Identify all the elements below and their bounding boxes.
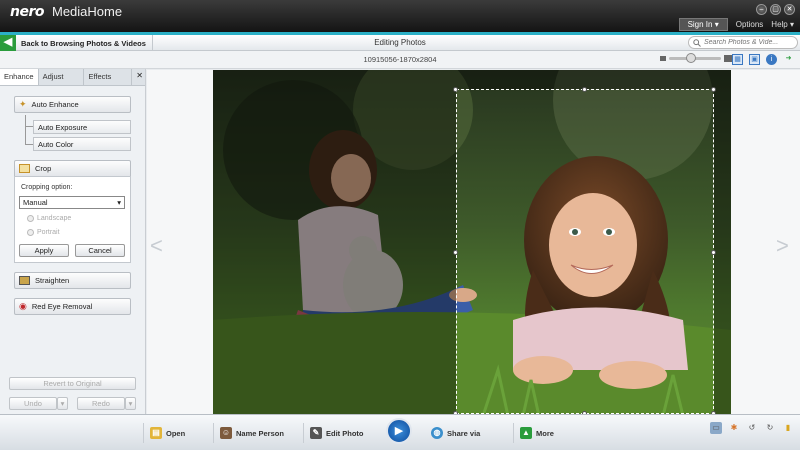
- crop-icon: [19, 164, 30, 173]
- play-slideshow-button[interactable]: ▶: [386, 418, 412, 444]
- bookmark-icon[interactable]: ▮: [782, 422, 794, 434]
- landscape-radio[interactable]: Landscape: [27, 215, 71, 222]
- play-icon: ▶: [394, 425, 404, 437]
- cropping-option-select[interactable]: Manual ▾: [19, 196, 125, 209]
- undo-dropdown-icon[interactable]: ▾: [57, 397, 68, 410]
- auto-color-button[interactable]: Auto Color: [33, 137, 131, 151]
- back-button[interactable]: ◀ Back to Browsing Photos & Videos: [0, 35, 153, 51]
- auto-enhance-label: Auto Enhance: [31, 100, 79, 109]
- chevron-down-icon: ▾: [117, 198, 121, 207]
- share-via-label: Share via: [447, 428, 481, 438]
- eye-icon: ◉: [19, 301, 27, 311]
- red-eye-label: Red Eye Removal: [31, 302, 93, 311]
- bottom-action-bar: ▤ Open ☺ Name Person ✎ Edit Photo ▶ ◍ Sh…: [0, 414, 800, 450]
- edit-photo-button[interactable]: ✎ Edit Photo: [303, 423, 370, 443]
- cancel-button[interactable]: Cancel: [75, 244, 125, 257]
- globe-icon: ◍: [431, 427, 443, 439]
- edit-photo-label: Edit Photo: [326, 428, 364, 438]
- straighten-label: Straighten: [35, 276, 70, 285]
- top-menu: Sign In ▾ Options Help ▾: [678, 18, 794, 31]
- previous-photo-icon[interactable]: <: [150, 233, 163, 259]
- view-icons: ▦ ▣ i ➜: [732, 54, 794, 65]
- more-button[interactable]: ▲ More: [513, 423, 560, 443]
- maximize-icon[interactable]: ▢: [770, 4, 781, 15]
- search-input[interactable]: [704, 39, 792, 46]
- name-person-label: Name Person: [236, 428, 284, 438]
- grid-view-icon[interactable]: ▦: [732, 54, 743, 65]
- open-label: Open: [166, 428, 186, 438]
- revert-button[interactable]: Revert to Original: [9, 377, 136, 390]
- person-icon: ☺: [220, 427, 232, 439]
- share-via-button[interactable]: ◍ Share via: [425, 423, 486, 443]
- auto-exposure-button[interactable]: Auto Exposure: [33, 120, 131, 134]
- settings-icon[interactable]: ✱: [728, 422, 740, 434]
- search-icon: [693, 38, 701, 47]
- redo-dropdown-icon[interactable]: ▾: [125, 397, 136, 410]
- rotate-right-icon[interactable]: ↻: [764, 422, 776, 434]
- open-button[interactable]: ▤ Open: [143, 423, 191, 443]
- crop-handle[interactable]: [582, 87, 587, 92]
- bottom-right-icons: ▭ ✱ ↺ ↻ ▮: [710, 422, 794, 434]
- cropping-option-value: Manual: [23, 198, 48, 207]
- crop-label: Crop: [35, 164, 52, 173]
- single-view-icon[interactable]: ▣: [749, 54, 760, 65]
- monitor-icon[interactable]: ▭: [710, 422, 722, 434]
- window-controls: – ▢ ✕: [756, 4, 795, 15]
- straighten-icon: [19, 276, 30, 285]
- apply-button[interactable]: Apply: [19, 244, 69, 257]
- crop-handle[interactable]: [711, 250, 716, 255]
- red-eye-removal-button[interactable]: ◉ Red Eye Removal: [14, 298, 131, 315]
- tree-line: [25, 126, 33, 127]
- edit-photo-icon: ✎: [310, 427, 322, 439]
- auto-enhance-button[interactable]: ✦ Auto Enhance: [14, 96, 131, 113]
- crop-handle[interactable]: [453, 250, 458, 255]
- tab-adjust[interactable]: Adjust: [39, 69, 85, 85]
- tab-enhance[interactable]: Enhance: [0, 69, 39, 85]
- portrait-radio[interactable]: Portrait: [27, 229, 60, 236]
- close-icon[interactable]: ✕: [784, 4, 795, 15]
- tab-effects[interactable]: Effects: [84, 69, 133, 85]
- back-arrow-icon: ◀: [0, 35, 16, 51]
- close-panel-icon[interactable]: ✕: [132, 69, 147, 85]
- app-name: MediaHome: [52, 4, 123, 19]
- minimize-icon[interactable]: –: [756, 4, 767, 15]
- crop-handle[interactable]: [453, 87, 458, 92]
- zoom-out-icon[interactable]: [660, 56, 666, 61]
- edit-tabs: Enhance Adjust Effects ✕: [0, 69, 145, 86]
- nav-bar: Editing Photos ◀ Back to Browsing Photos…: [0, 35, 800, 51]
- info-icon[interactable]: i: [766, 54, 777, 65]
- redo-button[interactable]: Redo: [77, 397, 125, 410]
- zoom-slider[interactable]: [669, 53, 721, 63]
- portrait-label: Portrait: [37, 229, 60, 236]
- radio-icon: [27, 215, 34, 222]
- zoom-control: [660, 53, 733, 63]
- landscape-label: Landscape: [37, 215, 72, 222]
- share-icon[interactable]: ➜: [783, 54, 794, 65]
- crop-handle[interactable]: [711, 87, 716, 92]
- help-menu[interactable]: Help ▾: [771, 20, 794, 29]
- undo-button[interactable]: Undo: [9, 397, 57, 410]
- sign-in-button[interactable]: Sign In ▾: [678, 18, 728, 31]
- rotate-left-icon[interactable]: ↺: [746, 422, 758, 434]
- magic-wand-icon: ✦: [19, 99, 27, 109]
- folder-icon: ▤: [150, 427, 162, 439]
- crop-selection-box[interactable]: [456, 89, 714, 414]
- next-photo-icon[interactable]: >: [776, 233, 789, 259]
- zoom-slider-handle[interactable]: [685, 53, 696, 63]
- search-box[interactable]: [688, 36, 798, 49]
- tree-line: [25, 115, 33, 145]
- crop-button[interactable]: Crop: [14, 160, 131, 177]
- info-bar: 10915056-1870x2804 ▦ ▣ i ➜: [0, 51, 800, 69]
- straighten-button[interactable]: Straighten: [14, 272, 131, 289]
- nero-logo: nero: [10, 4, 44, 20]
- arrow-up-icon: ▲: [520, 427, 532, 439]
- cropping-option-label: Cropping option:: [21, 184, 73, 191]
- more-label: More: [536, 428, 554, 438]
- title-bar: nero MediaHome – ▢ ✕ Sign In ▾ Options H…: [0, 0, 800, 32]
- back-label: Back to Browsing Photos & Videos: [21, 38, 146, 48]
- radio-icon: [27, 229, 34, 236]
- options-menu[interactable]: Options: [736, 20, 764, 29]
- name-person-button[interactable]: ☺ Name Person: [213, 423, 290, 443]
